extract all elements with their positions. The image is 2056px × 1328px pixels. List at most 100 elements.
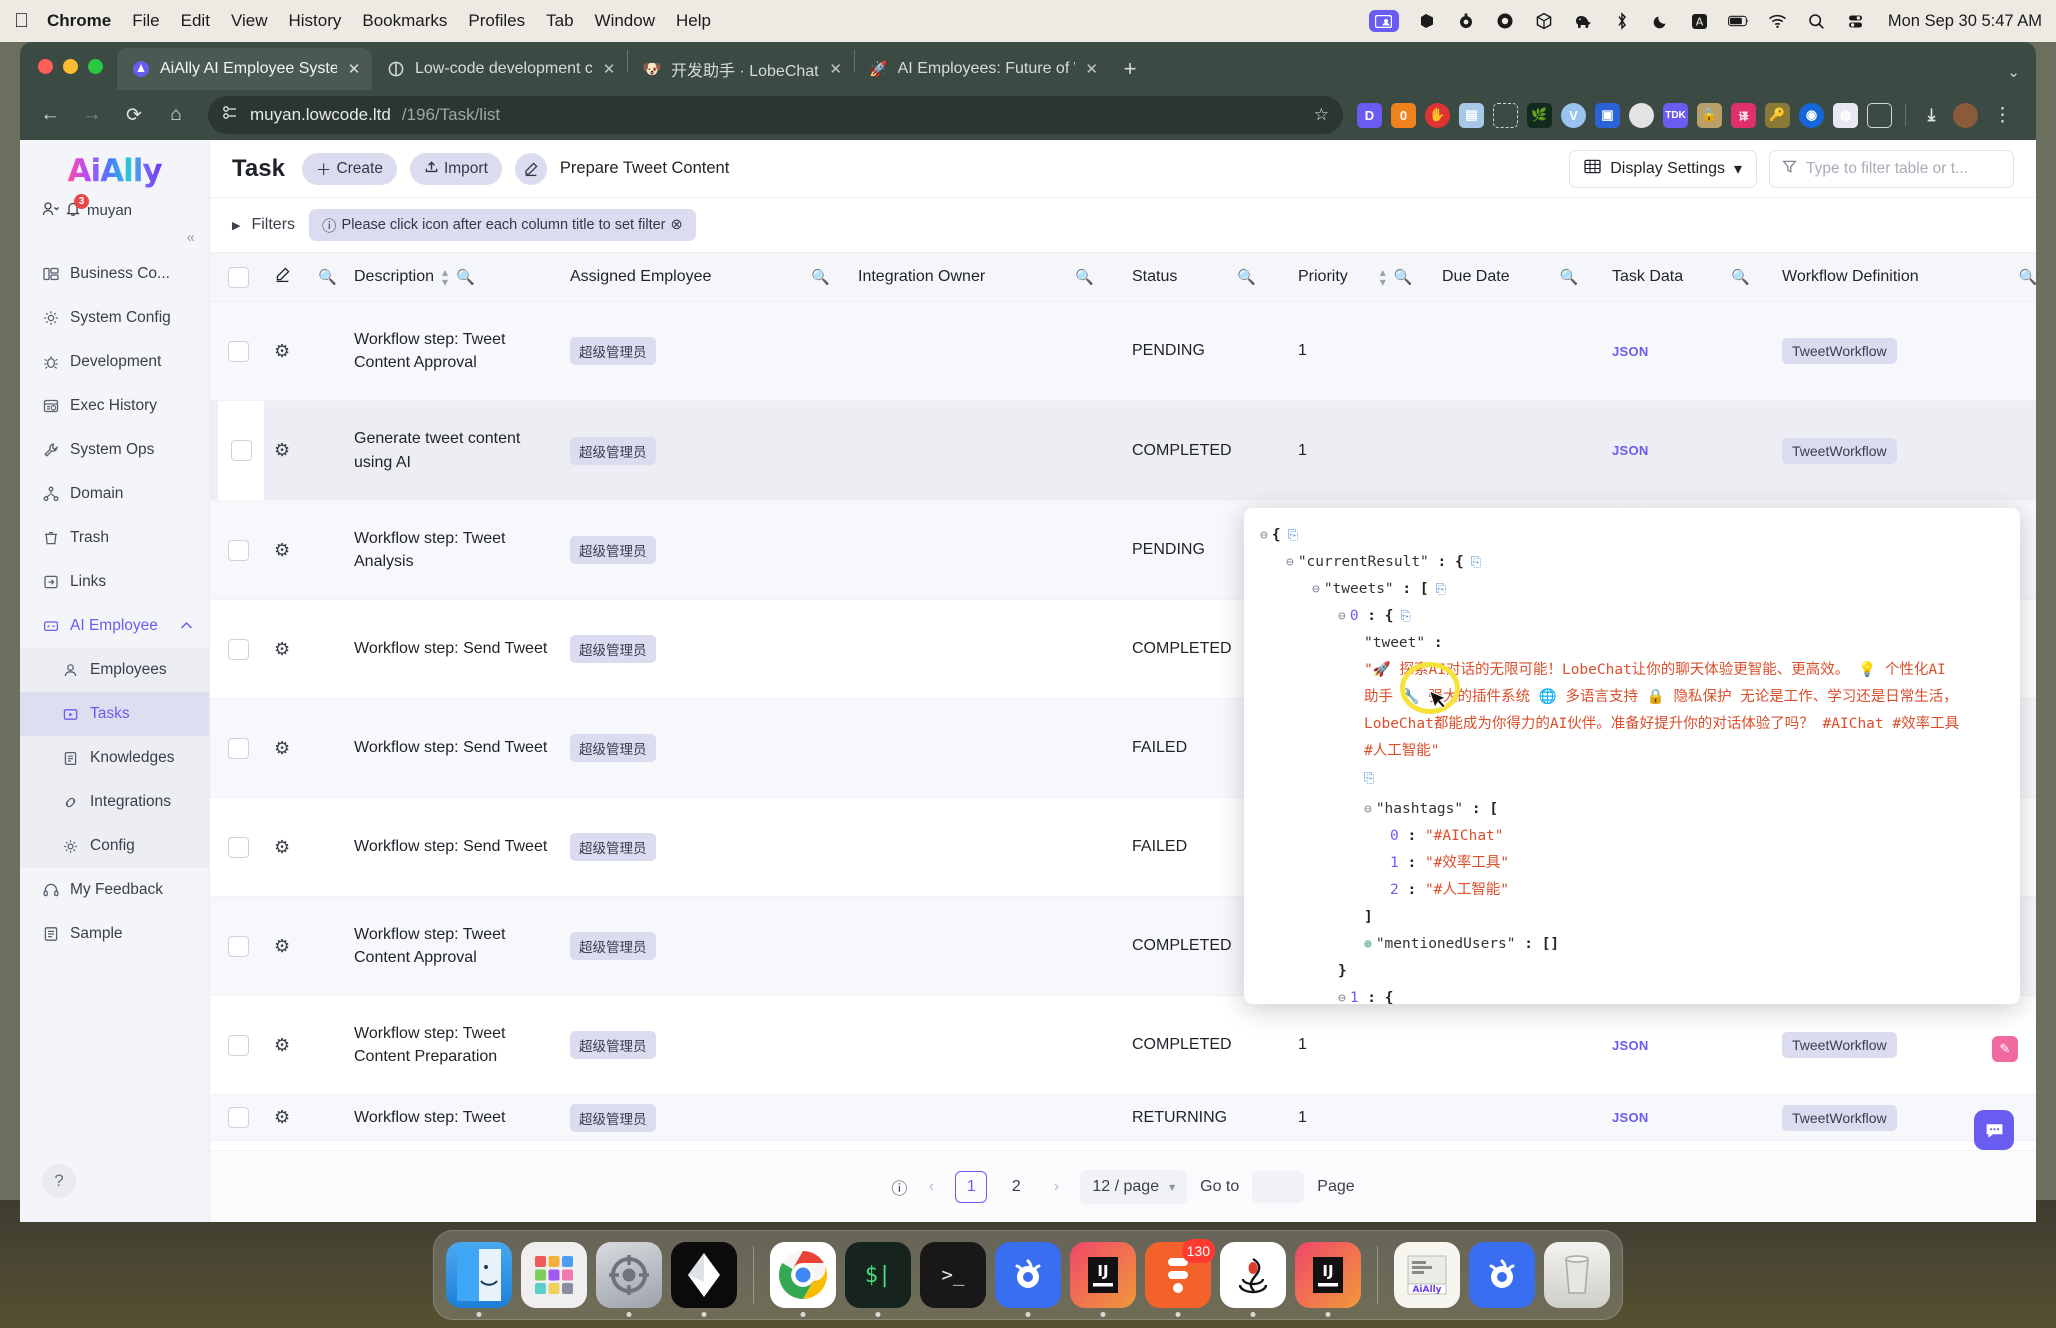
row-actions-cell[interactable]: ⚙ <box>264 341 308 362</box>
dock-icon-java[interactable] <box>1220 1242 1286 1317</box>
search-integration-owner-icon[interactable]: 🔍 <box>1075 268 1094 286</box>
pagination-prev-button[interactable]: ‹ <box>920 1178 942 1196</box>
bookmark-star-icon[interactable]: ☆ <box>1314 105 1329 125</box>
profile-avatar[interactable] <box>1953 102 1978 128</box>
reload-button-icon[interactable]: ⟳ <box>116 97 152 133</box>
tab-close-4-icon[interactable]: ✕ <box>1084 60 1100 78</box>
tab-close-1-icon[interactable]: ✕ <box>346 60 362 78</box>
extension-screenshot-icon[interactable] <box>1493 102 1518 128</box>
dock-icon-launchpad[interactable] <box>521 1242 587 1308</box>
th-workflow-definition[interactable]: Workflow Definition 🔍 <box>1772 268 2036 286</box>
row-checkbox-cell[interactable] <box>218 340 264 362</box>
extension-counter-icon[interactable]: 0 <box>1391 102 1416 128</box>
row-actions-cell[interactable]: ⚙ <box>264 1107 308 1128</box>
window-traffic-lights[interactable] <box>32 42 117 90</box>
dock-icon-aially-app[interactable]: AiAlly <box>1394 1242 1460 1308</box>
sidebar-group-ai-employee[interactable]: AI Employee <box>20 604 209 648</box>
menu-item-profiles[interactable]: Profiles <box>468 11 525 31</box>
extension-ghost-icon[interactable] <box>1629 102 1654 128</box>
apple-menu-icon[interactable]:  <box>14 11 29 31</box>
wifi-icon[interactable] <box>1767 10 1789 32</box>
home-button-icon[interactable]: ⌂ <box>158 97 194 133</box>
dock-icon-dia-browser[interactable] <box>671 1242 737 1317</box>
tab-close-2-icon[interactable]: ✕ <box>601 60 617 78</box>
row-checkbox[interactable] <box>228 638 249 660</box>
dock-icon-augment[interactable] <box>995 1242 1061 1317</box>
collapse-toggle-icon[interactable]: ⊖ <box>1364 802 1372 817</box>
dock-icon-augment-2[interactable] <box>1469 1242 1535 1308</box>
minimize-window-button[interactable] <box>63 58 78 74</box>
package-icon[interactable] <box>1533 10 1555 32</box>
close-window-button[interactable] <box>38 58 53 74</box>
chrome-menu-icon[interactable]: ⋮ <box>1987 104 2018 127</box>
menu-item-history[interactable]: History <box>288 11 341 31</box>
sidebar-item-exec-history[interactable]: Exec History <box>20 384 209 428</box>
sidebar-item-sample[interactable]: Sample <box>20 912 209 956</box>
create-button[interactable]: ＋ Create <box>301 152 397 185</box>
th-task-data[interactable]: Task Data 🔍 <box>1602 268 1772 286</box>
pagination-page-2[interactable]: 2 <box>1000 1171 1032 1203</box>
menu-item-tab[interactable]: Tab <box>546 11 573 31</box>
row-checkbox-cell[interactable] <box>218 638 264 660</box>
collapse-toggle-icon[interactable]: ⊖ <box>1312 582 1320 597</box>
dock-icon-intellij-idea[interactable]: IJ <box>1070 1242 1136 1317</box>
menu-item-file[interactable]: File <box>132 11 159 31</box>
extension-lock-icon[interactable]: 🔒 <box>1697 102 1722 128</box>
copy-icon[interactable]: ⎘ <box>1471 555 1481 570</box>
extension-circle-icon[interactable]: ◉ <box>1799 102 1824 128</box>
help-button[interactable]: ? <box>42 1164 76 1198</box>
sidebar-item-system-config[interactable]: System Config <box>20 296 209 340</box>
row-checkbox-cell[interactable] <box>218 539 264 561</box>
dock-icon-trash[interactable] <box>1544 1242 1610 1308</box>
menu-item-help[interactable]: Help <box>676 11 711 31</box>
sidebar-item-my-feedback[interactable]: My Feedback <box>20 868 209 912</box>
th-description[interactable]: Description ▴ ▾ 🔍 <box>344 266 560 288</box>
row-settings-icon[interactable]: ⚙ <box>274 440 290 461</box>
search-priority-icon[interactable]: 🔍 <box>1394 268 1413 286</box>
sidebar-item-tasks[interactable]: Tasks <box>20 692 209 736</box>
forward-button-icon[interactable]: → <box>74 97 110 133</box>
import-button[interactable]: Import <box>409 152 502 185</box>
row-checkbox[interactable] <box>228 836 249 858</box>
row-checkbox[interactable] <box>230 440 252 461</box>
extension-translate-icon[interactable]: 译 <box>1731 102 1756 128</box>
row-actions-cell[interactable]: ⚙ <box>264 936 308 957</box>
site-info-icon[interactable] <box>222 105 239 125</box>
row-actions-cell[interactable]: ⚙ <box>264 440 308 461</box>
row-settings-icon[interactable]: ⚙ <box>274 1035 290 1056</box>
extension-leaf-icon[interactable]: 🌿 <box>1527 102 1552 128</box>
copy-icon[interactable]: ⎘ <box>1400 609 1410 624</box>
row-checkbox[interactable] <box>228 737 249 759</box>
menu-item-window[interactable]: Window <box>595 11 655 31</box>
extension-v-icon[interactable]: V <box>1561 102 1586 128</box>
cell-task-data[interactable]: JSON <box>1602 1038 1772 1053</box>
tab-list-chevron-icon[interactable]: ⌄ <box>2007 63 2020 81</box>
expand-toggle-icon[interactable]: ⊕ <box>1364 937 1372 952</box>
address-bar[interactable]: muyan.lowcode.ltd/196/Task/list ☆ <box>208 96 1343 134</box>
th-due-date[interactable]: Due Date 🔍 <box>1432 268 1602 286</box>
collapse-toggle-icon[interactable]: ⊖ <box>1260 528 1268 543</box>
search-assigned-employee-icon[interactable]: 🔍 <box>811 268 830 286</box>
sort-description-icon[interactable]: ▴ ▾ <box>442 266 448 288</box>
moon-icon[interactable] <box>1650 10 1672 32</box>
search-description-icon[interactable]: 🔍 <box>456 268 475 286</box>
json-link[interactable]: JSON <box>1612 344 1649 359</box>
sidebar-user-row[interactable]: 3 muyan <box>20 194 209 227</box>
th-assigned-employee[interactable]: Assigned Employee 🔍 <box>560 268 848 286</box>
pagination-page-1[interactable]: 1 <box>955 1170 988 1203</box>
extension-dictionary-icon[interactable]: D <box>1357 102 1382 128</box>
table-row[interactable]: ⚙ Workflow step: Tweet Content Preparati… <box>210 996 2036 1095</box>
row-actions-cell[interactable]: ⚙ <box>264 837 308 858</box>
row-actions-cell[interactable]: ⚙ <box>264 639 308 660</box>
sidebar-item-employees[interactable]: Employees <box>20 648 209 692</box>
screen-sharing-icon[interactable] <box>1368 10 1399 32</box>
display-settings-button[interactable]: Display Settings ▾ <box>1569 149 1757 188</box>
sidebar-item-integrations[interactable]: Integrations <box>20 780 209 824</box>
th-select-all[interactable] <box>218 266 264 288</box>
row-checkbox-cell[interactable] <box>218 1034 264 1056</box>
control-center-icon[interactable] <box>1845 10 1867 32</box>
sidebar-item-knowledges[interactable]: Knowledges <box>20 736 209 780</box>
new-tab-button[interactable]: + <box>1110 56 1151 90</box>
browser-tab-1[interactable]: AiAlly AI Employee System ✕ <box>117 48 372 90</box>
row-checkbox-cell[interactable] <box>218 737 264 759</box>
